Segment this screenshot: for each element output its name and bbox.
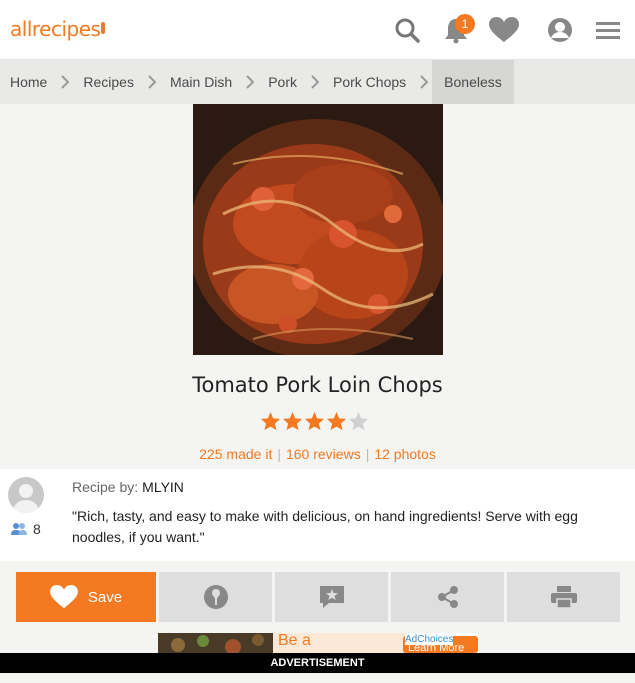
notification-count-badge[interactable]: 1 <box>455 14 475 34</box>
print-icon <box>550 586 577 609</box>
star-icon-filled <box>260 411 281 431</box>
recipe-description: "Rich, tasty, and easy to make with deli… <box>72 508 578 545</box>
breadcrumb-recipes[interactable]: Recipes <box>73 60 144 104</box>
heart-icon <box>50 585 78 609</box>
recipe-actions: Save <box>16 572 620 622</box>
author-avatar[interactable] <box>8 477 44 513</box>
photos-link[interactable]: 12 photos <box>374 446 436 462</box>
chevron-right-icon <box>246 75 255 89</box>
breadcrumb-pork[interactable]: Pork <box>258 60 307 104</box>
reviews-link[interactable]: 160 reviews <box>286 446 361 462</box>
star-icon-filled <box>282 411 303 431</box>
ad-headline: Be a <box>278 633 311 649</box>
advertisement-label: ADVERTISEMENT <box>0 653 635 673</box>
star-icon-filled <box>326 411 347 431</box>
recipe-stats: 225 made it | 160 reviews | 12 photos <box>199 446 436 462</box>
search-icon[interactable] <box>392 15 422 45</box>
allrecipes-logo[interactable]: allrecipes <box>10 17 106 41</box>
recipe-author-section: 8 Recipe by: MLYIN "Rich, tasty, and easy… <box>0 469 635 561</box>
print-button[interactable] <box>507 572 620 622</box>
chevron-right-icon <box>61 75 70 89</box>
review-button[interactable] <box>275 572 388 622</box>
chevron-right-icon <box>420 75 429 89</box>
followers-icon <box>11 523 27 535</box>
share-button[interactable] <box>391 572 504 622</box>
star-icon-filled <box>304 411 325 431</box>
hamburger-menu-icon[interactable] <box>593 15 623 45</box>
save-button[interactable]: Save <box>16 572 156 622</box>
star-rating[interactable] <box>260 411 369 431</box>
breadcrumb-pork-chops[interactable]: Pork Chops <box>323 60 416 104</box>
breadcrumb-home[interactable]: Home <box>0 60 57 104</box>
save-button-label: Save <box>87 588 123 606</box>
advertisement-banner[interactable]: Be a AdChoices Learn More <box>158 633 478 653</box>
favorites-heart-icon[interactable] <box>489 15 519 45</box>
review-icon <box>319 586 344 608</box>
author-byline: Recipe by: MLYIN <box>72 479 184 495</box>
recipe-by-label: Recipe by: <box>72 479 139 495</box>
chevron-right-icon <box>148 75 156 89</box>
star-icon-empty <box>348 411 369 431</box>
user-profile-icon[interactable] <box>545 15 575 45</box>
top-navigation-bar: allrecipes 1 <box>0 0 635 60</box>
pin-button[interactable] <box>159 572 272 622</box>
author-name[interactable]: MLYIN <box>142 479 184 495</box>
breadcrumb: Home Recipes Main Dish Pork Pork Chops B… <box>0 60 635 104</box>
followers-count: 8 <box>33 521 41 537</box>
breadcrumb-boneless[interactable]: Boneless <box>432 60 514 104</box>
recipe-title: Tomato Pork Loin Chops <box>192 373 443 397</box>
recipe-photo[interactable] <box>193 104 443 355</box>
pin-icon <box>203 585 228 609</box>
chevron-right-icon <box>311 75 319 89</box>
made-it-count[interactable]: 225 made it <box>199 446 272 462</box>
share-icon <box>437 586 458 608</box>
author-followers[interactable]: 8 <box>11 521 41 537</box>
breadcrumb-main-dish[interactable]: Main Dish <box>160 60 242 104</box>
ad-learn-more-button[interactable]: Learn More <box>408 642 464 653</box>
